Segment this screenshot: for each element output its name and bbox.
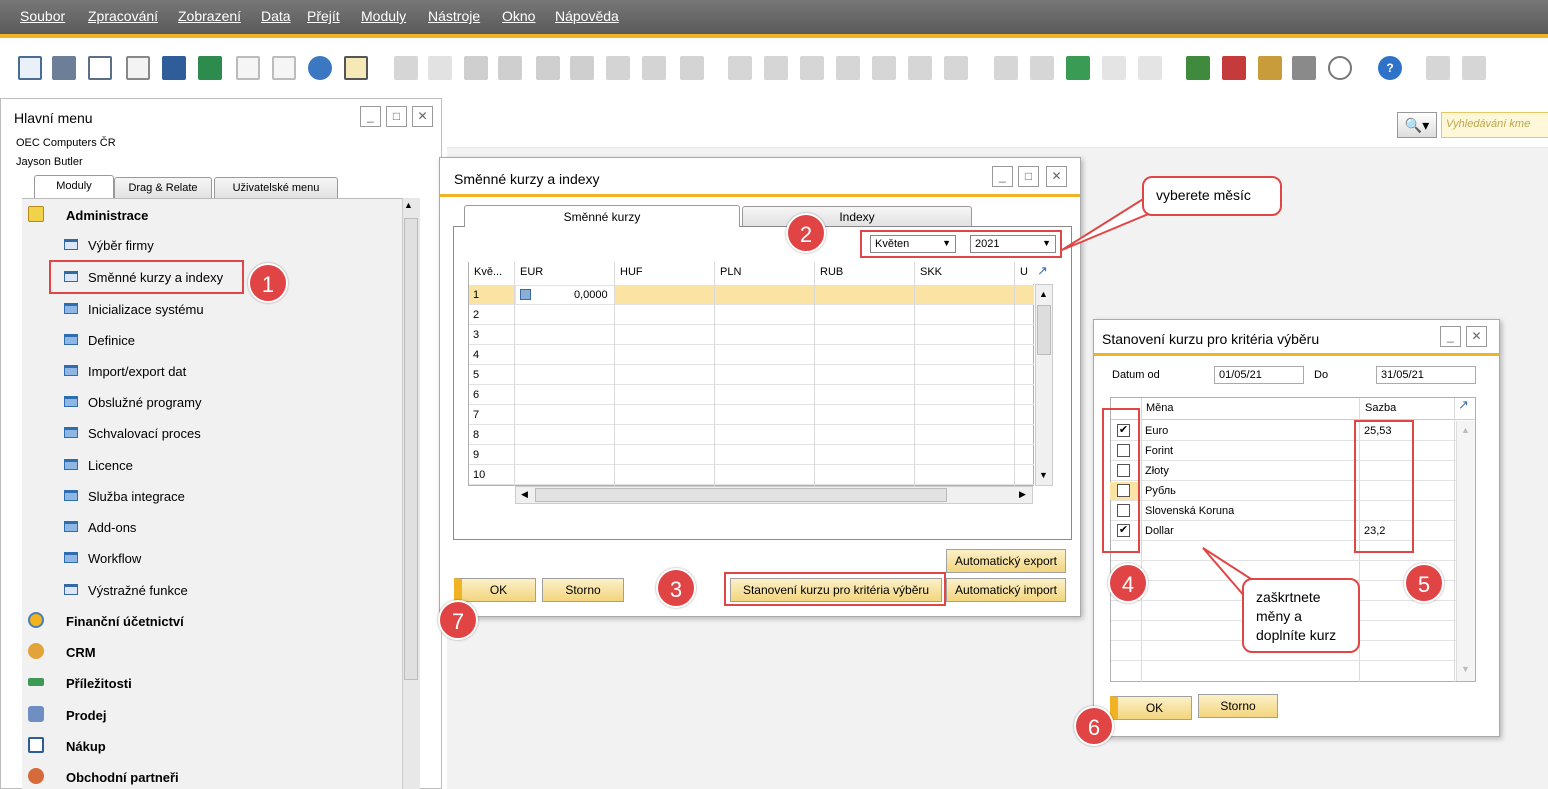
callout-line: doplníte kurz	[1256, 627, 1337, 643]
step-marker-7: 7	[438, 600, 478, 640]
callout-line: zaškrtnete	[1256, 589, 1321, 605]
step-marker-1: 1	[248, 263, 288, 303]
callout-currency: zaškrtnete měny a doplníte kurz	[1242, 578, 1360, 653]
step-marker-3: 3	[656, 568, 696, 608]
step-marker-4: 4	[1108, 563, 1148, 603]
callout-line: měny a	[1256, 608, 1302, 624]
step-marker-6: 6	[1074, 706, 1114, 746]
step-marker-2: 2	[786, 213, 826, 253]
callout-month: vyberete měsíc	[1142, 176, 1282, 216]
step-marker-5: 5	[1404, 563, 1444, 603]
callout-pointers	[1061, 194, 1264, 600]
